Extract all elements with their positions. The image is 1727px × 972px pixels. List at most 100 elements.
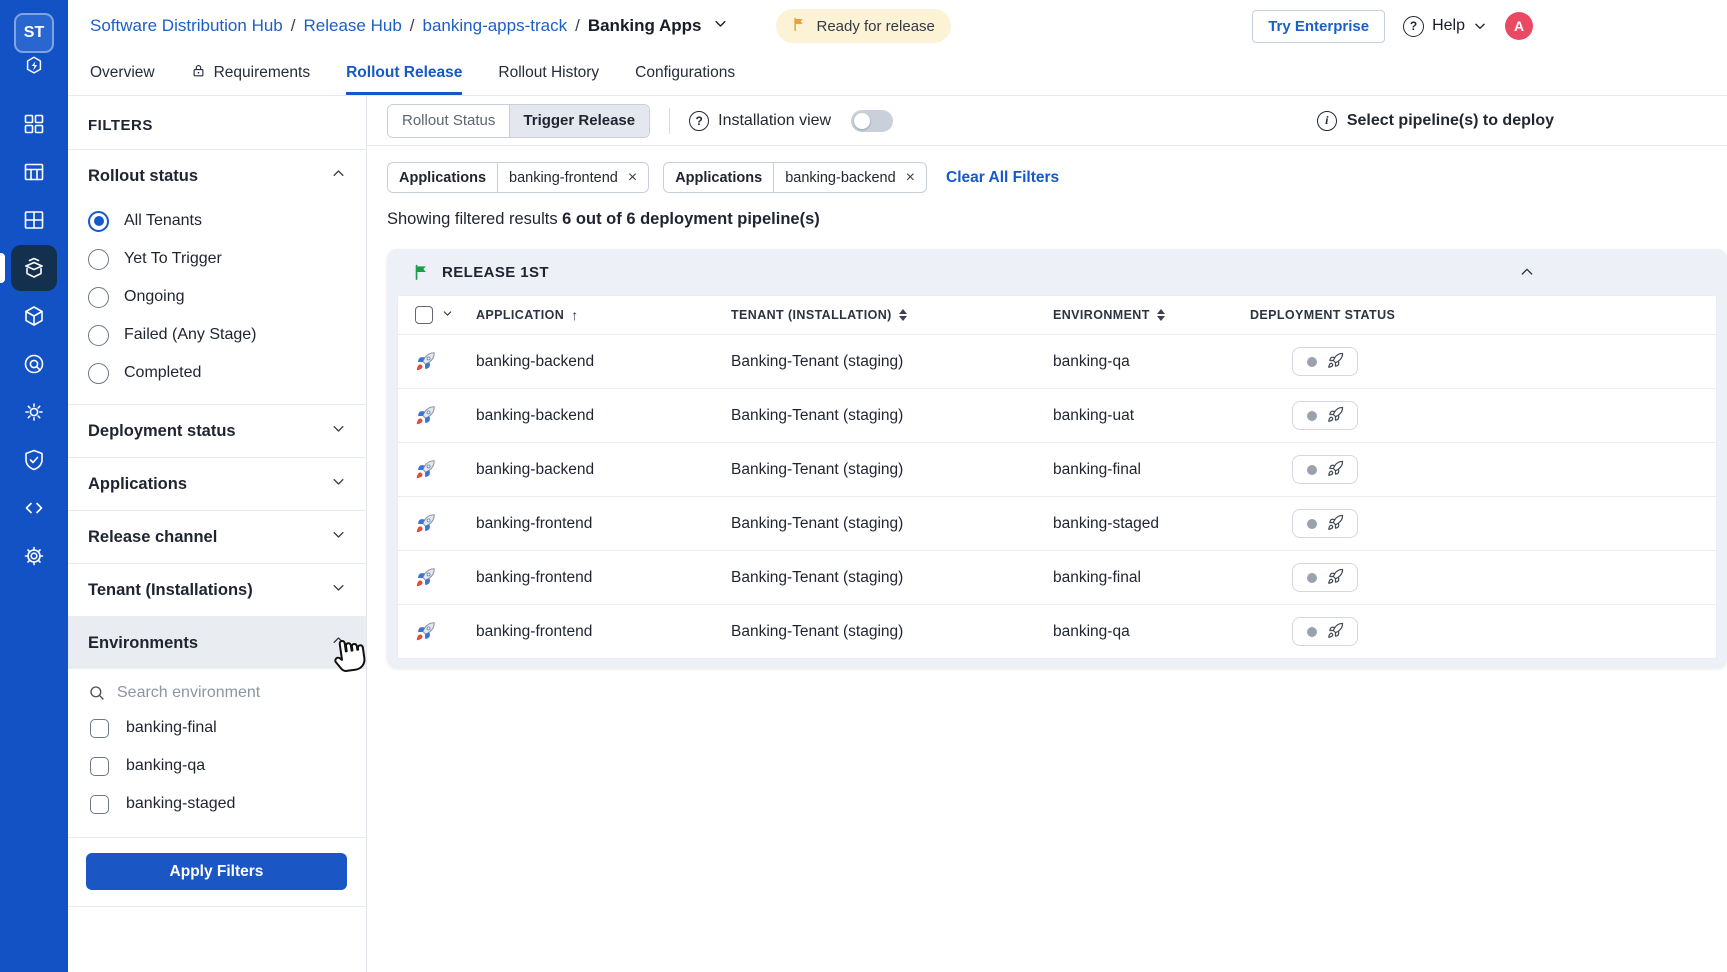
title-chevron-down-icon[interactable] [713,16,728,36]
sidebar-item-cube[interactable] [11,292,57,340]
chevron-up-icon [331,166,346,186]
sidebar-item-apps-table[interactable] [11,148,57,196]
release-card: RELEASE 1ST APPLICATION [387,249,1727,668]
pipeline-row[interactable]: banking-backend Banking-Tenant (staging)… [398,334,1716,388]
filter-section-collapsed[interactable]: Release channel [68,511,366,563]
sidebar-item-settings[interactable] [11,532,57,580]
radio-option[interactable]: Ongoing [68,278,366,316]
environment-option[interactable]: banking-qa [68,747,366,785]
tab[interactable]: Configurations [635,52,735,95]
environment-search-input[interactable] [117,684,317,702]
environment-cell: banking-qa [1053,623,1250,641]
sidebar-item-grid-window[interactable] [11,196,57,244]
deployment-status-button[interactable] [1292,347,1358,376]
tab[interactable]: Rollout History [498,52,599,95]
radio-icon[interactable] [88,363,109,384]
deployment-status-button[interactable] [1292,509,1358,538]
sort-icon[interactable] [1157,309,1165,321]
checkbox-label: banking-qa [126,757,205,775]
try-enterprise-button[interactable]: Try Enterprise [1252,10,1385,43]
pipeline-row[interactable]: banking-frontend Banking-Tenant (staging… [398,496,1716,550]
segment-button[interactable]: Rollout Status [388,105,509,137]
chip-value: banking-backend [785,170,895,186]
radio-option[interactable]: All Tenants [68,202,366,240]
question-icon: ? [689,111,709,131]
app-logo[interactable]: ST [14,13,54,53]
environment-option[interactable]: banking-staged [68,785,366,823]
pipeline-row[interactable]: banking-frontend Banking-Tenant (staging… [398,550,1716,604]
rocket-icon [415,459,436,480]
chip-remove-icon[interactable]: × [628,170,637,186]
installation-view-toggle[interactable] [851,110,893,132]
rocket-icon [415,405,436,426]
checkbox-icon[interactable] [90,719,109,738]
deployment-status-button[interactable] [1292,563,1358,592]
application-cell: banking-frontend [476,569,731,587]
pipeline-row[interactable]: banking-backend Banking-Tenant (staging)… [398,388,1716,442]
column-header-application[interactable]: APPLICATION ↑ [476,307,731,323]
breadcrumb-link[interactable]: Release Hub [304,16,402,36]
help-chevron-down-icon [1473,19,1487,33]
filter-section-collapsed[interactable]: Deployment status [68,405,366,457]
apply-filters-button[interactable]: Apply Filters [86,853,347,890]
sidebar-item-services[interactable] [11,388,57,436]
help-menu[interactable]: ? Help [1403,16,1487,37]
sort-icon[interactable] [899,309,907,321]
sidebar-item-release-package[interactable] [11,245,57,291]
filter-section-rollout-status[interactable]: Rollout status [68,150,366,202]
checkbox-icon[interactable] [90,795,109,814]
chip-remove-icon[interactable]: × [906,170,915,186]
breadcrumb-link[interactable]: banking-apps-track [423,16,568,36]
breadcrumb-link[interactable]: Software Distribution Hub [90,16,283,36]
rocket-icon [415,621,436,642]
radio-icon[interactable] [88,287,109,308]
deployment-status-button[interactable] [1292,617,1358,646]
environment-cell: banking-uat [1053,407,1250,425]
summary-count: 6 out of 6 deployment pipeline(s) [562,210,820,228]
filter-section-collapsed[interactable]: Tenant (Installations) [68,564,366,616]
sort-ascending-icon[interactable]: ↑ [571,307,578,323]
radio-option[interactable]: Yet To Trigger [68,240,366,278]
filter-section-collapsed[interactable]: Applications [68,458,366,510]
chevron-down-icon [331,474,346,494]
collapse-release-icon[interactable] [1519,264,1535,285]
section-label: Release channel [88,528,217,547]
radio-icon[interactable] [88,211,109,232]
radio-label: All Tenants [124,212,202,230]
tenant-cell: Banking-Tenant (staging) [731,407,1053,425]
main-area: Software Distribution Hub / Release Hub … [68,0,1727,972]
radio-option[interactable]: Failed (Any Stage) [68,316,366,354]
sidebar-item-shield-check[interactable] [11,436,57,484]
pipeline-row[interactable]: banking-frontend Banking-Tenant (staging… [398,604,1716,658]
breadcrumb: Software Distribution Hub / Release Hub … [90,16,728,36]
segment-button[interactable]: Trigger Release [509,105,649,137]
column-header-tenant[interactable]: TENANT (INSTALLATION) [731,308,1053,322]
tab[interactable]: Requirements [191,52,311,95]
tab[interactable]: Overview [90,52,155,95]
tab[interactable]: Rollout Release [346,52,462,95]
avatar[interactable]: A [1505,12,1533,40]
deployment-status-button[interactable] [1292,455,1358,484]
sidebar-item-target[interactable] [11,340,57,388]
radio-icon[interactable] [88,325,109,346]
sidebar-item-dashboard[interactable] [11,100,57,148]
section-label: Deployment status [88,422,236,441]
chevron-down-icon [331,580,346,600]
clear-all-filters-link[interactable]: Clear All Filters [946,169,1059,187]
pipeline-row[interactable]: banking-backend Banking-Tenant (staging)… [398,442,1716,496]
chevron-down-icon [331,421,346,441]
select-all-checkbox[interactable] [415,306,433,324]
select-menu-chevron-icon[interactable] [441,307,454,323]
environment-option[interactable]: banking-final [68,709,366,747]
checkbox-icon[interactable] [90,757,109,776]
deployment-status-button[interactable] [1292,401,1358,430]
page-title: Banking Apps [588,16,702,36]
radio-option[interactable]: Completed [68,354,366,392]
sidebar-item-code[interactable] [11,484,57,532]
filter-section-environments[interactable]: Environments [68,617,366,669]
tab-label: Requirements [214,64,311,82]
column-header-environment[interactable]: ENVIRONMENT [1053,308,1250,322]
rollout-toolbar: Rollout Status Trigger Release ? Install… [367,96,1727,146]
column-label: TENANT (INSTALLATION) [731,308,892,322]
radio-icon[interactable] [88,249,109,270]
